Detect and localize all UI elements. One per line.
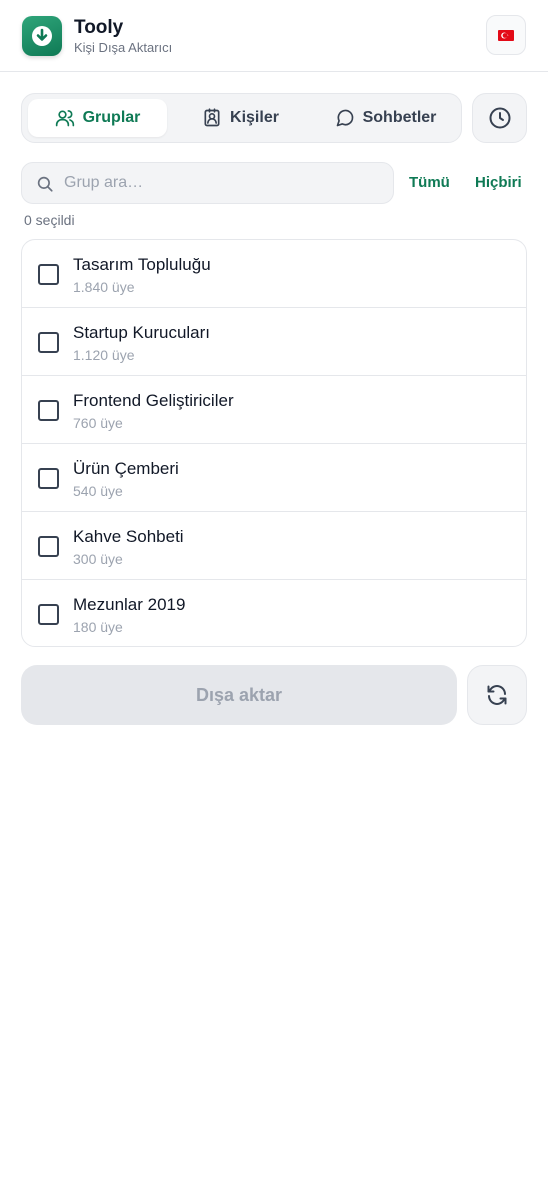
checkbox[interactable] — [38, 468, 59, 489]
export-button[interactable]: Dışa aktar — [21, 665, 457, 725]
tab-contacts-label: Kişiler — [230, 109, 279, 126]
tab-groups[interactable]: Gruplar — [28, 99, 167, 137]
group-name: Tasarım Topluluğu — [73, 255, 211, 274]
select-none-button[interactable]: Hiçbiri — [475, 174, 522, 191]
tab-chats-label: Sohbetler — [362, 109, 437, 126]
tab-contacts[interactable]: Kişiler — [171, 99, 310, 137]
tab-chats[interactable]: Sohbetler — [314, 99, 457, 137]
select-all-button[interactable]: Tümü — [409, 174, 450, 191]
download-icon — [22, 16, 62, 56]
tab-bar: Gruplar Kişiler Sohbetler — [21, 93, 462, 143]
language-button[interactable] — [486, 15, 526, 55]
checkbox[interactable] — [38, 332, 59, 353]
chat-bubble-icon — [336, 109, 353, 127]
app-title: Tooly — [74, 17, 124, 38]
checkbox[interactable] — [38, 604, 59, 625]
list-item[interactable]: Tasarım Topluluğu 1.840 üye — [22, 240, 526, 308]
app-subtitle: Kişi Dışa Aktarıcı — [74, 40, 173, 55]
history-button[interactable] — [472, 93, 527, 143]
group-name: Mezunlar 2019 — [73, 595, 186, 614]
refresh-button[interactable] — [467, 665, 527, 725]
group-list: Tasarım Topluluğu 1.840 üye Startup Kuru… — [21, 239, 527, 647]
clock-icon — [489, 107, 510, 129]
app-header: Tooly Kişi Dışa Aktarıcı — [0, 0, 548, 72]
list-item[interactable]: Kahve Sohbeti 300 üye — [22, 512, 526, 580]
list-item[interactable]: Startup Kurucuları 1.120 üye — [22, 308, 526, 376]
contact-card-icon — [204, 108, 220, 127]
refresh-icon — [487, 685, 507, 705]
member-count: 760 üye — [73, 415, 123, 431]
selected-count: 0 seçildi — [24, 212, 75, 228]
member-count: 300 üye — [73, 551, 123, 567]
users-icon — [55, 110, 74, 127]
group-name: Startup Kurucuları — [73, 323, 211, 342]
group-name: Frontend Geliştiriciler — [73, 391, 234, 410]
search-input[interactable] — [64, 163, 384, 203]
search-box — [21, 162, 394, 204]
member-count: 1.840 üye — [73, 279, 135, 295]
checkbox[interactable] — [38, 264, 59, 285]
member-count: 1.120 üye — [73, 347, 135, 363]
member-count: 180 üye — [73, 619, 123, 635]
list-item[interactable]: Ürün Çemberi 540 üye — [22, 444, 526, 512]
search-icon — [37, 176, 53, 192]
checkbox[interactable] — [38, 400, 59, 421]
list-item[interactable]: Frontend Geliştiriciler 760 üye — [22, 376, 526, 444]
member-count: 540 üye — [73, 483, 123, 499]
turkey-flag-icon — [498, 29, 514, 41]
tab-groups-label: Gruplar — [82, 109, 141, 126]
group-name: Kahve Sohbeti — [73, 527, 184, 546]
group-name: Ürün Çemberi — [73, 459, 179, 478]
checkbox[interactable] — [38, 536, 59, 557]
list-item[interactable]: Mezunlar 2019 180 üye — [22, 580, 526, 646]
